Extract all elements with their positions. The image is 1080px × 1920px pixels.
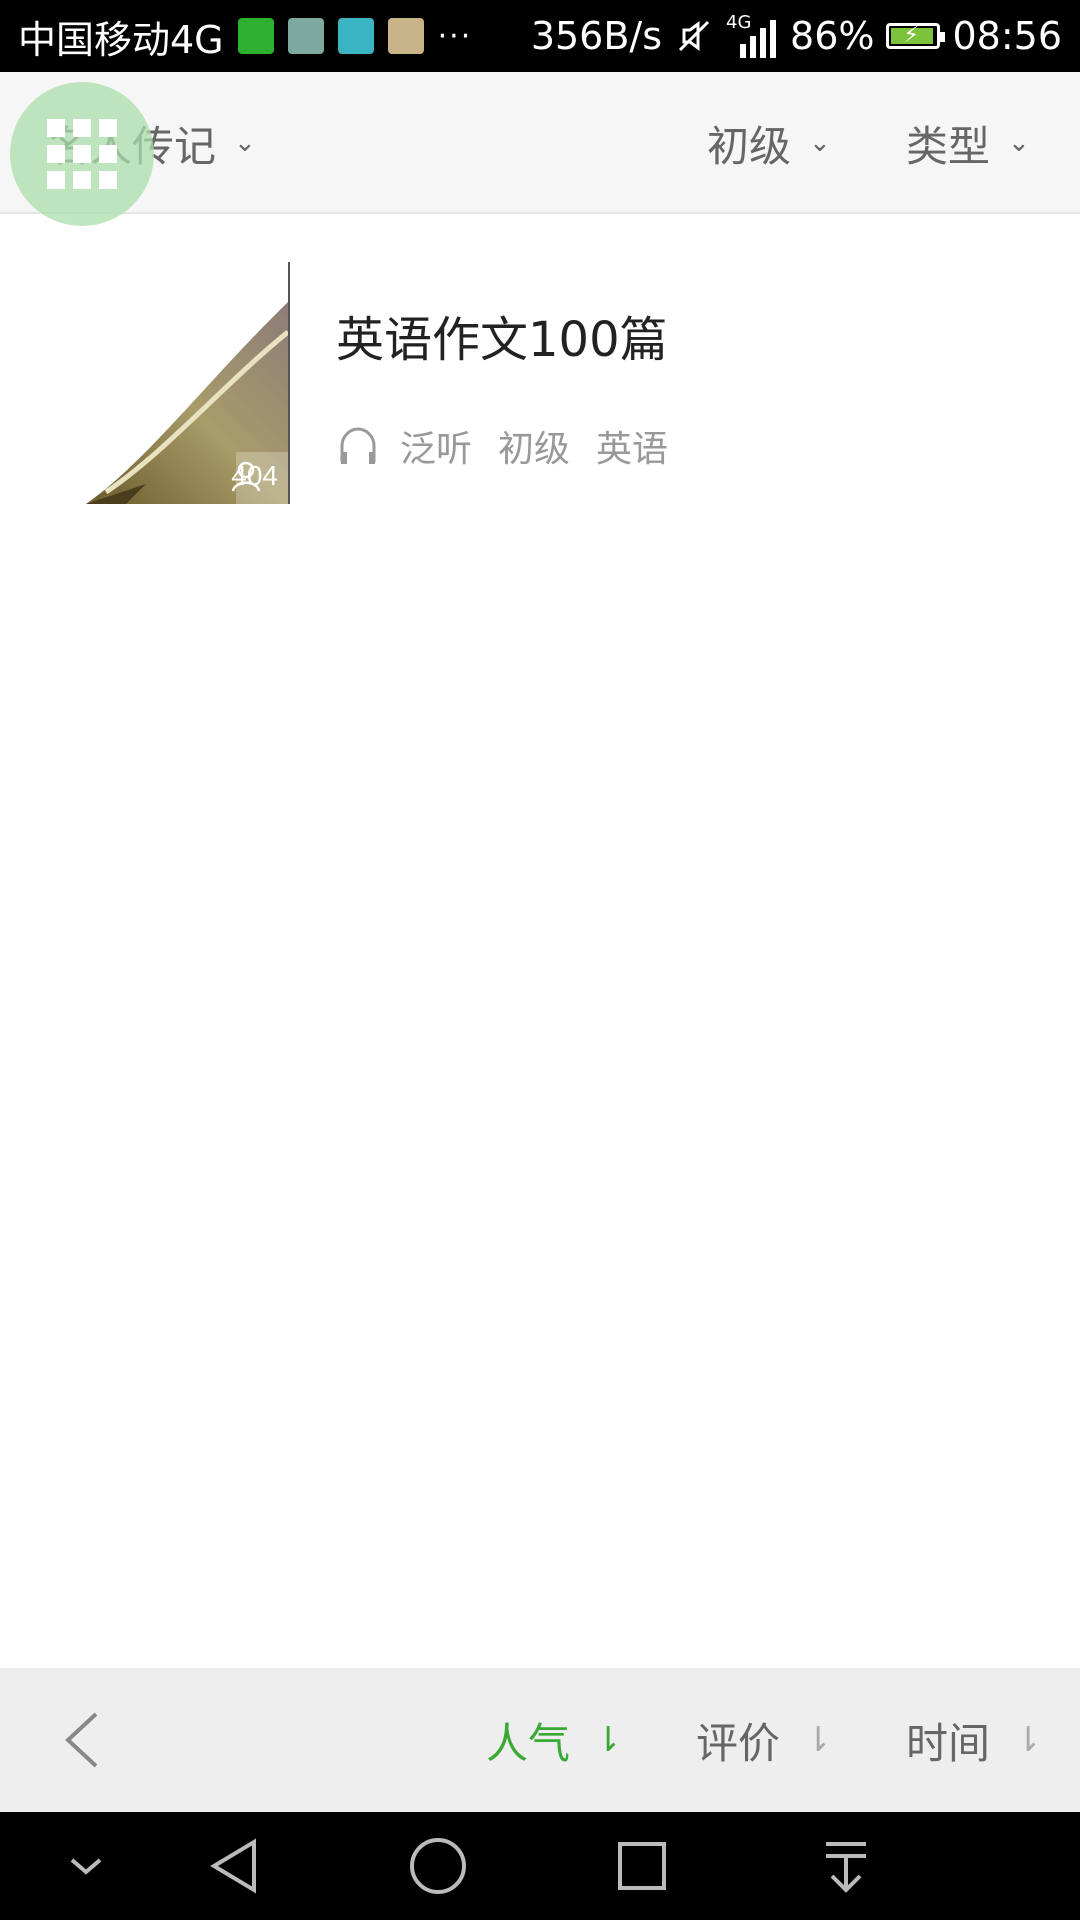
battery-icon: ⚡ xyxy=(886,23,946,49)
android-icon xyxy=(337,18,374,54)
nav-home-icon[interactable] xyxy=(406,1834,470,1898)
grid-icon xyxy=(47,119,117,189)
level-filter[interactable]: 初级 ⌄ xyxy=(707,72,831,214)
status-bar: 中国移动4G ··· 356B/s 4G 86% ⚡ 08:56 xyxy=(0,0,1080,72)
back-arrow-icon[interactable] xyxy=(56,1708,116,1772)
chevron-down-icon: ⌄ xyxy=(809,128,831,158)
filter-bar: 名人传记 ⌄ 初级 ⌄ 类型 ⌄ xyxy=(0,72,1080,214)
notification-pull-down-icon[interactable] xyxy=(818,1834,874,1898)
sort-down-arrow-icon: ⇂ xyxy=(594,1720,623,1760)
item-title: 英语作文100篇 xyxy=(336,312,668,368)
item-meta: 泛听 初级 英语 xyxy=(336,420,668,472)
mute-icon xyxy=(678,20,710,52)
clock: 08:56 xyxy=(952,14,1062,58)
sort-by-popularity[interactable]: 人气 ⇂ xyxy=(486,1668,623,1812)
network-type: 4G xyxy=(726,12,752,33)
nav-back-icon[interactable] xyxy=(206,1834,262,1898)
more-notifications-icon: ··· xyxy=(437,18,473,54)
sort-popularity-label: 人气 xyxy=(486,1718,571,1768)
level-filter-label: 初级 xyxy=(707,121,792,171)
tag-language: 英语 xyxy=(596,429,669,470)
carrier-label: 中国移动4G xyxy=(18,17,224,62)
sort-by-time[interactable]: 时间 ⇂ xyxy=(906,1668,1043,1812)
listen-count: 404 xyxy=(231,460,278,492)
sort-bar: 人气 ⇂ 评价 ⇂ 时间 ⇂ xyxy=(0,1668,1080,1812)
list-item[interactable]: 404 英语作文100篇 泛听 初级 英语 xyxy=(0,262,1080,504)
nav-recents-icon[interactable] xyxy=(614,1834,670,1898)
sort-rating-label: 评价 xyxy=(696,1718,781,1768)
type-filter[interactable]: 类型 ⌄ xyxy=(906,72,1030,214)
system-nav-bar xyxy=(0,1812,1080,1920)
battery-percent: 86% xyxy=(790,14,875,58)
headphones-icon xyxy=(340,427,376,464)
refresh-app-icon xyxy=(237,18,274,54)
person-icon xyxy=(232,461,261,492)
leaf-app-icon xyxy=(287,18,324,54)
tag-level: 初级 xyxy=(498,429,571,470)
type-filter-label: 类型 xyxy=(906,121,991,171)
cover-image: 404 xyxy=(86,262,290,504)
tag-mode: 泛听 xyxy=(400,429,473,470)
chevron-down-icon: ⌄ xyxy=(1008,128,1030,158)
sort-down-arrow-icon: ⇂ xyxy=(804,1720,833,1760)
notepad-icon xyxy=(387,18,424,54)
sort-down-arrow-icon: ⇂ xyxy=(1014,1720,1043,1760)
floating-menu-button[interactable] xyxy=(10,82,154,226)
hide-nav-chevron-icon[interactable] xyxy=(64,1834,108,1898)
chevron-down-icon: ⌄ xyxy=(234,128,256,158)
sort-time-label: 时间 xyxy=(906,1718,991,1768)
network-speed: 356B/s xyxy=(530,14,663,58)
sort-by-rating[interactable]: 评价 ⇂ xyxy=(696,1668,833,1812)
signal-icon: 4G xyxy=(726,12,778,58)
